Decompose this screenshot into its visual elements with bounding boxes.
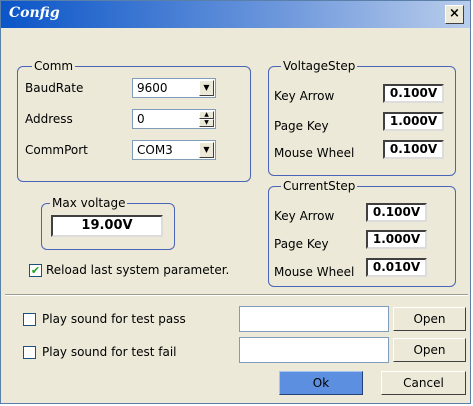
current-key-arrow-field[interactable]: 0.100V [366, 203, 427, 222]
address-label: Address [25, 112, 73, 126]
voltage-mouse-wheel-field[interactable]: 0.100V [383, 140, 444, 159]
comm-group: Comm BaudRate 9600 ▼ Address 0 ▲ ▼ CommP… [17, 58, 251, 182]
baudrate-select[interactable]: 9600 ▼ [132, 78, 216, 98]
spin-up-icon[interactable]: ▲ [199, 111, 214, 119]
current-mouse-wheel-field[interactable]: 0.010V [366, 258, 427, 277]
max-voltage-group: Max voltage 19.00V [41, 195, 175, 250]
sound-pass-path-input[interactable] [239, 306, 389, 332]
open-fail-button[interactable]: Open [393, 338, 466, 362]
voltage-key-arrow-field[interactable]: 0.100V [383, 84, 444, 103]
chevron-down-icon[interactable]: ▼ [199, 80, 214, 96]
baudrate-label: BaudRate [25, 81, 84, 95]
window-title: Config [9, 5, 60, 21]
voltage-page-key-label: Page Key [274, 119, 329, 133]
max-voltage-legend: Max voltage [50, 195, 128, 211]
close-button[interactable]: × [445, 5, 464, 24]
sound-pass-label[interactable]: Play sound for test pass [42, 311, 186, 327]
reload-checkbox[interactable]: ✔ [29, 264, 42, 277]
sound-pass-checkbox[interactable] [23, 313, 36, 326]
open-pass-button[interactable]: Open [393, 307, 466, 331]
ok-button[interactable]: Ok [279, 371, 363, 395]
voltage-step-legend: VoltageStep [281, 58, 358, 74]
current-step-group: CurrentStep Key Arrow 0.100V Page Key 1.… [268, 178, 456, 287]
chevron-down-icon[interactable]: ▼ [199, 142, 214, 158]
check-icon: ✔ [30, 264, 41, 277]
current-key-arrow-label: Key Arrow [274, 209, 335, 223]
voltage-step-group: VoltageStep Key Arrow 0.100V Page Key 1.… [268, 58, 456, 176]
commport-select[interactable]: COM3 ▼ [132, 140, 216, 160]
voltage-key-arrow-label: Key Arrow [274, 89, 335, 103]
sound-fail-path-input[interactable] [239, 337, 389, 363]
separator [5, 294, 468, 296]
cancel-button[interactable]: Cancel [381, 371, 466, 395]
sound-fail-label[interactable]: Play sound for test fail [42, 344, 177, 360]
spin-down-icon[interactable]: ▼ [199, 119, 214, 127]
voltage-page-key-field[interactable]: 1.000V [383, 112, 444, 131]
max-voltage-field[interactable]: 19.00V [51, 215, 163, 237]
baudrate-value: 9600 [137, 81, 168, 95]
current-page-key-label: Page Key [274, 237, 329, 251]
address-spinner[interactable]: 0 ▲ ▼ [132, 109, 216, 129]
address-value: 0 [137, 112, 145, 126]
current-page-key-field[interactable]: 1.000V [366, 230, 427, 249]
current-mouse-wheel-label: Mouse Wheel [274, 265, 355, 279]
reload-label[interactable]: Reload last system parameter. [46, 262, 229, 278]
title-bar[interactable]: Config × [1, 1, 470, 28]
sound-fail-checkbox[interactable] [23, 346, 36, 359]
close-icon: × [449, 6, 460, 21]
config-dialog: Config × Comm BaudRate 9600 ▼ Address 0 … [0, 0, 471, 404]
current-step-legend: CurrentStep [281, 178, 358, 194]
commport-value: COM3 [137, 143, 173, 157]
comm-legend: Comm [32, 58, 76, 74]
voltage-mouse-wheel-label: Mouse Wheel [274, 146, 355, 160]
commport-label: CommPort [25, 143, 88, 157]
